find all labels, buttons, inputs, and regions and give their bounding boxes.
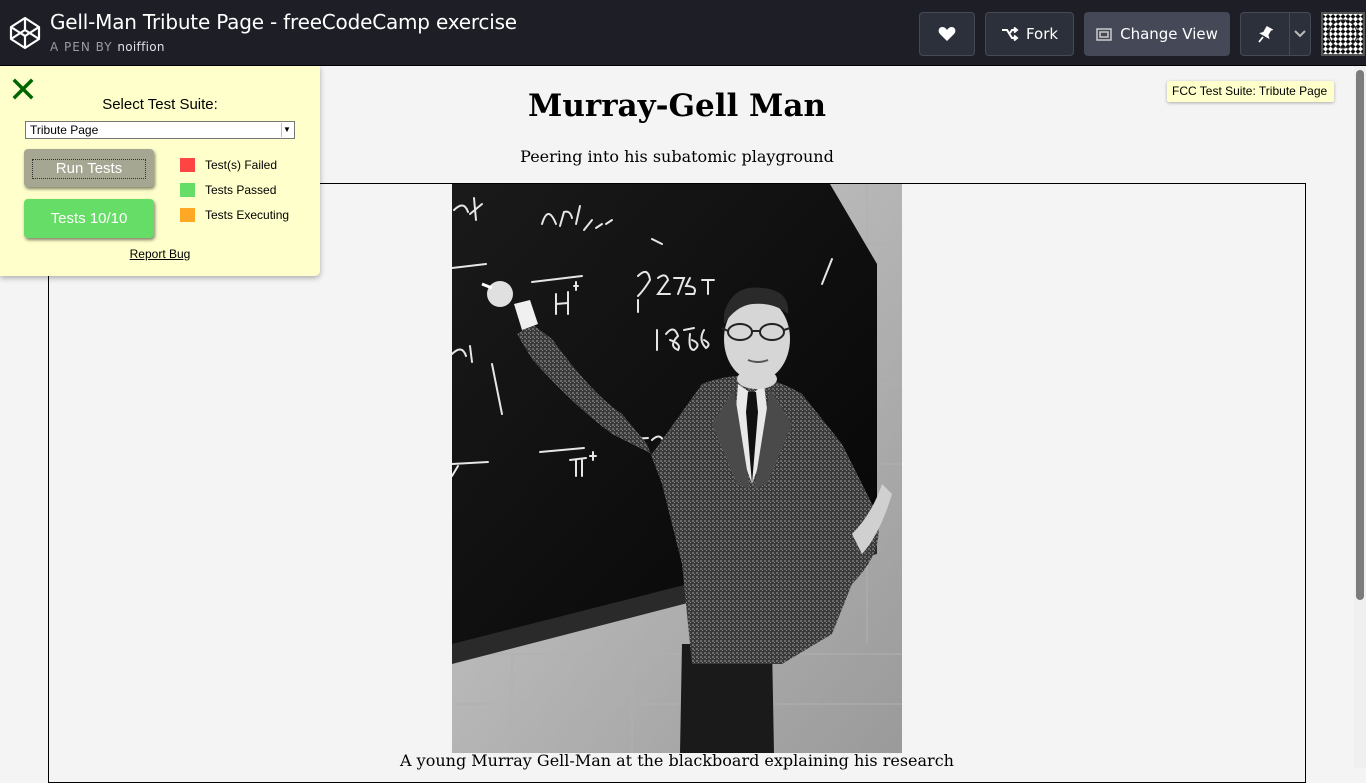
run-tests-button[interactable]: Run Tests	[24, 149, 154, 187]
select-suite-label: Select Test Suite:	[102, 96, 218, 113]
pin-button[interactable]	[1240, 12, 1290, 56]
test-suite-select[interactable]: Tribute Page ▼	[25, 121, 295, 139]
pin-icon	[1258, 25, 1273, 43]
legend-failed: Test(s) Failed	[180, 158, 277, 172]
test-suite-tooltip: FCC Test Suite: Tribute Page	[1167, 81, 1334, 102]
vertical-scrollbar[interactable]	[1354, 66, 1366, 768]
change-view-button[interactable]: Change View	[1084, 12, 1230, 56]
executing-swatch	[180, 208, 195, 222]
legend-executing-label: Tests Executing	[205, 208, 290, 222]
passed-swatch	[180, 183, 195, 197]
codepen-logo-icon[interactable]	[9, 16, 41, 50]
heart-icon	[938, 27, 956, 41]
image-caption: A young Murray Gell-Man at the blackboar…	[400, 751, 954, 770]
report-bug-link[interactable]: Report Bug	[0, 247, 320, 261]
run-tests-label: Run Tests	[32, 159, 146, 179]
fcc-test-panel: Select Test Suite: Tribute Page ▼ Run Te…	[0, 66, 320, 276]
legend-passed-label: Tests Passed	[205, 183, 277, 197]
pen-byline: A PEN BY noiffion	[50, 40, 165, 54]
pin-dropdown-button[interactable]	[1290, 12, 1311, 56]
avatar-pattern-icon	[1323, 14, 1363, 54]
author-link[interactable]: noiffion	[117, 40, 164, 54]
legend-passed: Tests Passed	[180, 183, 276, 197]
codepen-header: Gell-Man Tribute Page - freeCodeCamp exe…	[0, 0, 1366, 66]
test-suite-selected-value: Tribute Page	[30, 123, 99, 137]
tests-result-button[interactable]: Tests 10/10	[24, 199, 154, 238]
scrollbar-thumb[interactable]	[1356, 70, 1364, 600]
fork-icon	[1001, 27, 1019, 41]
fork-label: Fork	[1025, 25, 1059, 43]
layout-icon	[1096, 27, 1112, 41]
chevron-down-icon	[1294, 30, 1306, 38]
gell-mann-photo	[452, 184, 902, 753]
select-arrow-icon: ▼	[281, 123, 292, 137]
failed-swatch	[180, 158, 195, 172]
pen-title[interactable]: Gell-Man Tribute Page - freeCodeCamp exe…	[50, 10, 517, 34]
legend-executing: Tests Executing	[180, 208, 289, 222]
change-view-label: Change View	[1120, 25, 1218, 43]
legend-failed-label: Test(s) Failed	[205, 158, 278, 172]
byline-prefix: A PEN BY	[50, 40, 113, 54]
love-button[interactable]	[919, 12, 975, 56]
user-avatar[interactable]	[1321, 12, 1365, 56]
fork-button[interactable]: Fork	[985, 12, 1074, 56]
